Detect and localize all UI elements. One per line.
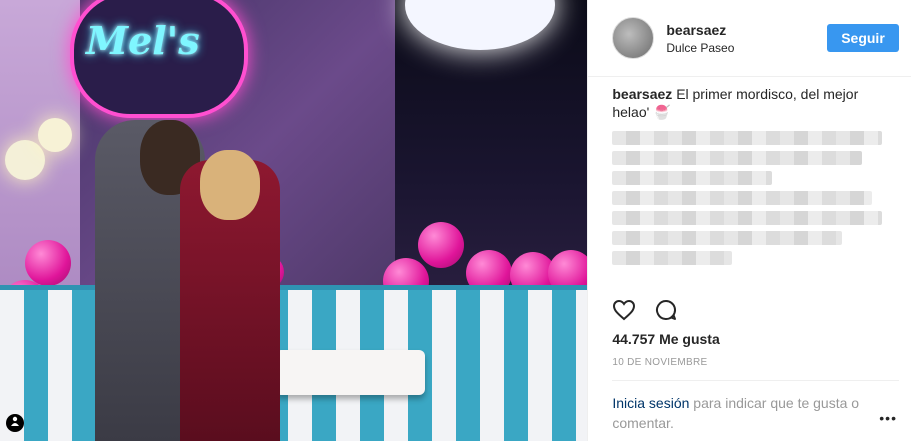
post-header: bearsaez Dulce Paseo Seguir — [588, 0, 911, 77]
post-header-text: bearsaez Dulce Paseo — [666, 22, 827, 55]
comment-icon[interactable] — [654, 298, 678, 322]
avatar[interactable] — [612, 17, 655, 59]
caption: bearsaez El primer mordisco, del mejor h… — [588, 77, 911, 121]
balloon — [418, 222, 464, 268]
blurred-line — [612, 191, 873, 205]
post-sidebar: bearsaez Dulce Paseo Seguir bearsaez El … — [587, 0, 911, 441]
like-count[interactable]: 44.757 Me gusta — [612, 331, 719, 347]
follow-button[interactable]: Seguir — [827, 24, 899, 52]
diner-table — [275, 350, 425, 395]
post-photo[interactable]: Mel's — [0, 0, 588, 441]
more-options-icon[interactable]: ••• — [879, 410, 897, 426]
person-icon[interactable] — [6, 414, 24, 432]
blurred-comments — [612, 131, 883, 265]
blurred-line — [612, 131, 883, 145]
divider — [612, 380, 899, 381]
login-link[interactable]: Inicia sesión — [612, 395, 689, 411]
username[interactable]: bearsaez — [666, 22, 827, 38]
caption-username[interactable]: bearsaez — [612, 86, 672, 102]
blurred-line — [612, 251, 733, 265]
person-icon-glyph — [11, 416, 19, 426]
location[interactable]: Dulce Paseo — [666, 41, 827, 55]
person-woman-head — [200, 150, 260, 220]
action-bar — [612, 298, 678, 322]
blurred-line — [612, 171, 773, 185]
balloon — [25, 240, 71, 286]
neon-sign-text: Mel's — [86, 18, 200, 63]
blurred-line — [612, 151, 863, 165]
blurred-line — [612, 231, 843, 245]
heart-icon[interactable] — [612, 298, 636, 322]
post-date: 10 DE NOVIEMBRE — [612, 357, 708, 368]
blurred-line — [612, 211, 883, 225]
lamp-globe-small — [5, 140, 45, 180]
lamp-globe-small — [38, 118, 72, 152]
instagram-post: Mel's bearsaez Dulce Paseo Seguir bearsa… — [0, 0, 911, 441]
login-prompt: Inicia sesión para indicar que te gusta … — [612, 393, 874, 433]
